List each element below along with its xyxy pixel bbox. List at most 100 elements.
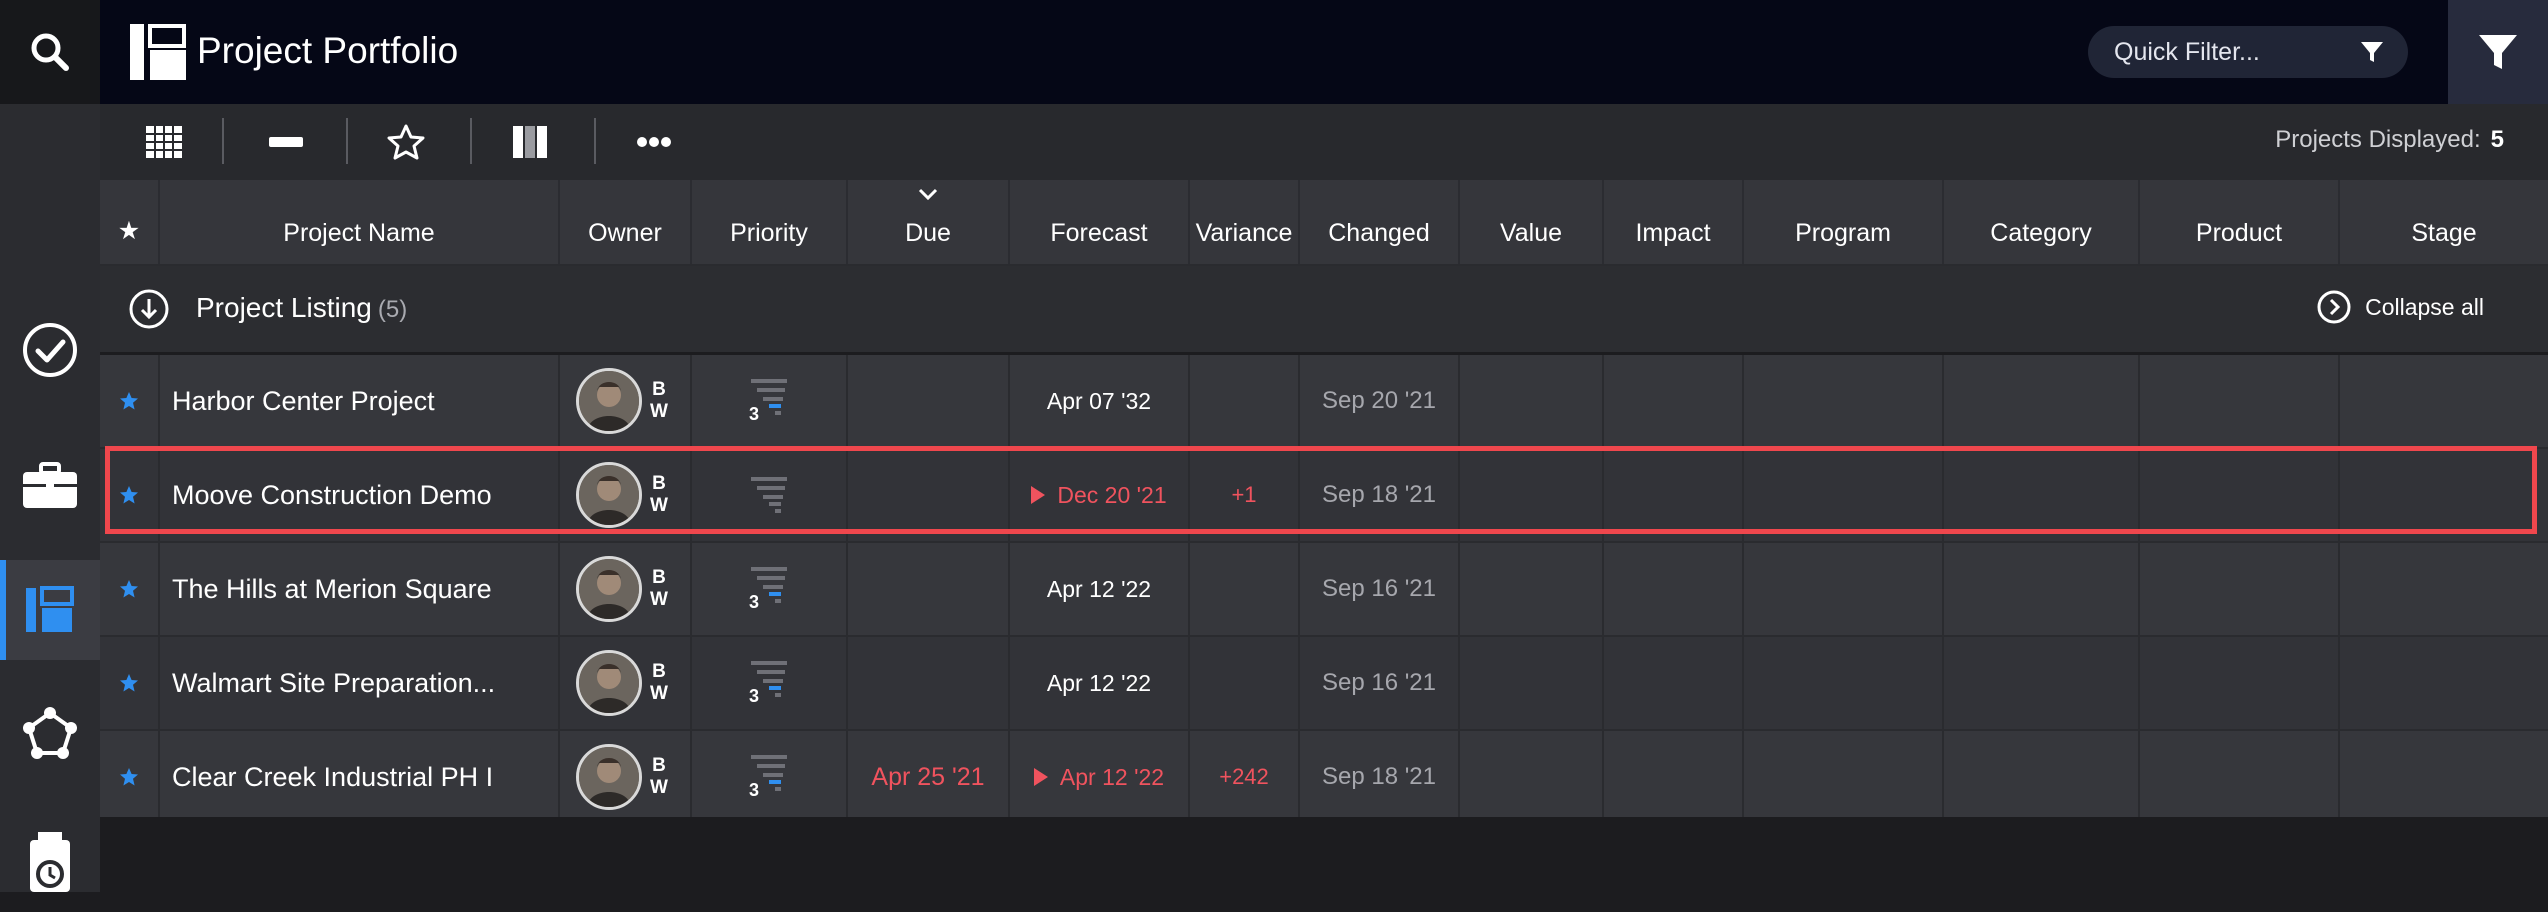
owner-cell[interactable]: BW [560, 731, 692, 823]
forecast-value: Apr 12 '22 [1059, 763, 1165, 790]
priority-cell: 3 [692, 355, 848, 447]
col-stage[interactable]: Stage [2340, 180, 2548, 264]
owner-cell[interactable]: BW [560, 449, 692, 541]
clipboard-clock-icon [30, 832, 70, 892]
project-name[interactable]: The Hills at Merion Square [160, 543, 560, 635]
product-cell [2140, 543, 2340, 635]
category-cell [1944, 637, 2140, 729]
projects-displayed-label: Projects Displayed: [2275, 126, 2481, 153]
more-options-button[interactable] [618, 118, 690, 166]
forecast-value: Apr 12 '22 [1046, 575, 1152, 602]
owner-cell[interactable]: BW [560, 543, 692, 635]
impact-cell [1604, 637, 1744, 729]
variance [1190, 355, 1300, 447]
table-row[interactable]: Clear Creek Industrial PH I BW 3 Apr 25 … [100, 731, 2548, 825]
product-cell [2140, 355, 2340, 447]
owner-initial-first: B [652, 567, 666, 588]
col-favorite[interactable]: ★ [100, 180, 160, 264]
late-indicator-icon [1033, 768, 1048, 786]
quick-filter-input[interactable] [2112, 36, 2346, 68]
collapse-rows-button[interactable] [250, 118, 322, 166]
col-category[interactable]: Category [1944, 180, 2140, 264]
stage-cell [2340, 355, 2548, 447]
quick-filter[interactable] [2088, 26, 2408, 78]
owner-initial-last: W [650, 401, 668, 422]
nav-timesheet[interactable] [0, 812, 100, 912]
col-changed[interactable]: Changed [1300, 180, 1460, 264]
project-table: Harbor Center Project BW 3 Apr 07 '32 Se… [100, 355, 2548, 825]
search-button[interactable] [0, 0, 100, 104]
chevron-down-icon [918, 188, 938, 200]
project-name[interactable]: Walmart Site Preparation... [160, 637, 560, 729]
col-project-name[interactable]: Project Name [160, 180, 560, 264]
value-cell [1460, 637, 1604, 729]
favorite-star[interactable] [100, 731, 160, 823]
due-date [848, 637, 1010, 729]
filter-icon[interactable] [2360, 40, 2384, 64]
column-header-row: ★ Project Name Owner Priority Due Foreca… [100, 180, 2548, 266]
table-row[interactable]: The Hills at Merion Square BW 3 Apr 12 '… [100, 543, 2548, 637]
favorites-button[interactable] [370, 118, 442, 166]
forecast-value: Dec 20 '21 [1057, 481, 1167, 508]
changed-date: Sep 16 '21 [1300, 543, 1460, 635]
filter-panel-button[interactable] [2448, 0, 2548, 104]
col-program[interactable]: Program [1744, 180, 1944, 264]
grid-view-button[interactable] [128, 118, 200, 166]
nav-network[interactable] [0, 684, 100, 784]
changed-date: Sep 16 '21 [1300, 637, 1460, 729]
nav-projects[interactable] [0, 436, 100, 536]
group-title: Project Listing (5) [196, 292, 407, 324]
col-variance[interactable]: Variance [1190, 180, 1300, 264]
collapse-all-button[interactable]: Collapse all [2317, 290, 2484, 324]
check-circle-icon [23, 323, 77, 377]
table-row[interactable]: Moove Construction Demo BW Dec 20 '21 +1… [100, 449, 2548, 543]
project-name[interactable]: Moove Construction Demo [160, 449, 560, 541]
impact-cell [1604, 543, 1744, 635]
col-impact[interactable]: Impact [1604, 180, 1744, 264]
more-icon [637, 137, 671, 147]
owner-initials: BW [650, 661, 668, 705]
toolbar-divider [222, 118, 224, 164]
star-icon [120, 674, 138, 692]
owner-initial-first: B [652, 379, 666, 400]
table-row[interactable]: Walmart Site Preparation... BW 3 Apr 12 … [100, 637, 2548, 731]
filter-icon [2479, 35, 2517, 69]
star-outline-icon [387, 124, 425, 160]
program-cell [1744, 731, 1944, 823]
collapse-all-label: Collapse all [2365, 293, 2484, 320]
project-name[interactable]: Clear Creek Industrial PH I [160, 731, 560, 823]
projects-displayed-count: 5 [2490, 126, 2504, 153]
changed-date: Sep 18 '21 [1300, 449, 1460, 541]
col-priority[interactable]: Priority [692, 180, 848, 264]
nav-tasks[interactable] [0, 300, 100, 400]
grid-view-icon [146, 126, 182, 158]
col-owner[interactable]: Owner [560, 180, 692, 264]
col-value[interactable]: Value [1460, 180, 1604, 264]
table-row[interactable]: Harbor Center Project BW 3 Apr 07 '32 Se… [100, 355, 2548, 449]
favorite-star[interactable] [100, 543, 160, 635]
category-cell [1944, 449, 2140, 541]
product-cell [2140, 449, 2340, 541]
columns-button[interactable] [494, 118, 566, 166]
expand-group-icon[interactable] [128, 288, 170, 330]
project-name[interactable]: Harbor Center Project [160, 355, 560, 447]
owner-initial-last: W [650, 495, 668, 516]
col-due[interactable]: Due [848, 180, 1010, 264]
forecast-value: Apr 12 '22 [1046, 669, 1152, 696]
star-icon [120, 580, 138, 598]
category-cell [1944, 355, 2140, 447]
favorite-star[interactable] [100, 449, 160, 541]
left-rail [0, 0, 100, 892]
owner-initials: BW [650, 567, 668, 611]
owner-initial-first: B [652, 473, 666, 494]
arrow-right-circle-icon [2317, 290, 2351, 324]
col-forecast[interactable]: Forecast [1010, 180, 1190, 264]
owner-initial-last: W [650, 683, 668, 704]
col-product[interactable]: Product [2140, 180, 2340, 264]
owner-cell[interactable]: BW [560, 637, 692, 729]
nav-portfolio[interactable] [0, 560, 100, 660]
portfolio-icon [26, 586, 74, 632]
favorite-star[interactable] [100, 637, 160, 729]
favorite-star[interactable] [100, 355, 160, 447]
owner-cell[interactable]: BW [560, 355, 692, 447]
